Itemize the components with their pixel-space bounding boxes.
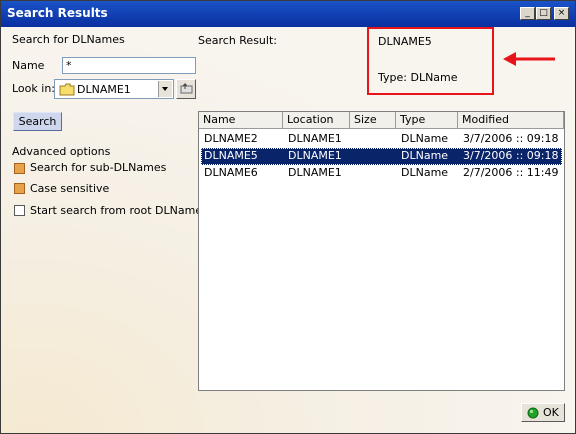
result-type: Type: DLName	[378, 71, 458, 84]
parent-folder-button[interactable]	[176, 79, 196, 99]
column-header-type[interactable]: Type	[396, 112, 458, 129]
search-results-dialog: Search Results _ □ × Search for DLNames …	[0, 0, 576, 434]
minimize-button[interactable]: _	[520, 7, 535, 20]
title-bar[interactable]: Search Results _ □ ×	[1, 1, 575, 27]
result-name: DLNAME5	[378, 35, 432, 48]
column-header-location[interactable]: Location	[283, 112, 350, 129]
row-location: DLNAME1	[288, 149, 342, 162]
ok-label: OK	[543, 406, 559, 419]
lookin-value: DLNAME1	[77, 83, 131, 96]
name-label: Name	[12, 59, 45, 72]
row-name: DLNAME6	[204, 166, 258, 179]
row-location: DLNAME1	[288, 166, 342, 179]
chevron-down-icon	[162, 87, 168, 91]
table-row-selected[interactable]: DLNAME5 DLNAME1 DLName 3/7/2006 :: 09:18	[201, 148, 562, 165]
search-button[interactable]: Search	[13, 112, 62, 131]
root-search-label[interactable]: Start search from root DLName	[30, 204, 202, 217]
search-subnames-checkbox[interactable]	[14, 163, 25, 174]
column-header-modified[interactable]: Modified	[458, 112, 564, 129]
close-button[interactable]: ×	[554, 7, 569, 20]
table-row[interactable]: DLNAME2 DLNAME1 DLName 3/7/2006 :: 09:18	[201, 131, 562, 148]
lookin-combo[interactable]: DLNAME1	[54, 79, 174, 99]
up-folder-icon	[180, 82, 193, 94]
red-arrow-icon	[503, 52, 555, 66]
row-type: DLName	[401, 149, 449, 162]
row-type: DLName	[401, 166, 449, 179]
search-header: Search for DLNames	[12, 33, 125, 46]
window-title: Search Results	[7, 6, 108, 20]
row-modified: 2/7/2006 :: 11:49	[463, 166, 559, 179]
search-result-label: Search Result:	[198, 34, 277, 47]
row-modified: 3/7/2006 :: 09:18	[463, 132, 559, 145]
search-subnames-label[interactable]: Search for sub-DLNames	[30, 161, 166, 174]
green-dot-icon	[527, 407, 539, 419]
advanced-options-title: Advanced options	[12, 145, 111, 158]
row-name: DLNAME5	[204, 149, 258, 162]
column-header-size[interactable]: Size	[350, 112, 396, 129]
dropdown-arrow-button[interactable]	[158, 81, 172, 97]
name-input[interactable]: *	[62, 57, 196, 74]
row-location: DLNAME1	[288, 132, 342, 145]
lookin-label: Look in:	[12, 82, 55, 95]
root-search-checkbox[interactable]	[14, 205, 25, 216]
results-list[interactable]: Name Location Size Type Modified DLNAME2…	[198, 111, 565, 391]
ok-button[interactable]: OK	[521, 403, 565, 422]
folder-icon	[59, 83, 75, 96]
column-header-name[interactable]: Name	[199, 112, 283, 129]
case-sensitive-checkbox[interactable]	[14, 183, 25, 194]
row-type: DLName	[401, 132, 449, 145]
maximize-button[interactable]: □	[536, 7, 551, 20]
table-row[interactable]: DLNAME6 DLNAME1 DLName 2/7/2006 :: 11:49	[201, 165, 562, 182]
row-name: DLNAME2	[204, 132, 258, 145]
case-sensitive-label[interactable]: Case sensitive	[30, 182, 109, 195]
row-modified: 3/7/2006 :: 09:18	[463, 149, 559, 162]
dialog-body: Search for DLNames Name * Look in: DLNAM…	[1, 27, 575, 433]
